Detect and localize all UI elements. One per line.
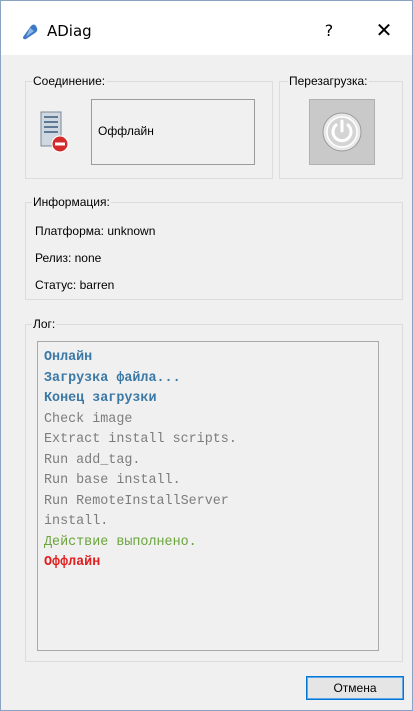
app-logo-icon — [23, 24, 38, 40]
log-line: Онлайн — [44, 350, 93, 365]
log-output[interactable]: Онлайн Загрузка файла... Конец загрузки Che… — [37, 341, 379, 651]
power-icon — [322, 112, 362, 152]
connection-legend: Соединение: — [32, 74, 107, 88]
help-button[interactable]: ? — [316, 19, 342, 43]
log-line: Действие выполнено. — [44, 534, 197, 550]
log-line: Extract install scripts. — [44, 432, 237, 447]
platform-text: Платформа: unknown — [35, 224, 156, 238]
release-text: Релиз: none — [35, 251, 102, 265]
server-offline-icon — [40, 111, 69, 153]
log-line: Оффлайн — [44, 555, 101, 570]
log-line: Конец загрузки — [44, 391, 157, 406]
adiag-window: ADiag ? ✕ Соединение: Оффлайн Перезагруз… — [0, 0, 413, 711]
log-line: install. — [44, 514, 109, 529]
connection-status-box: Оффлайн — [91, 99, 255, 165]
log-line: Run add_tag. — [44, 452, 141, 468]
info-legend: Информация: — [32, 195, 111, 209]
connection-status-text: Оффлайн — [98, 124, 154, 138]
log-legend: Лог: — [32, 317, 57, 331]
reboot-button[interactable] — [309, 99, 375, 165]
log-line: Загрузка файла... — [44, 370, 181, 386]
close-button[interactable]: ✕ — [371, 17, 397, 43]
log-line: Run base install. — [44, 473, 181, 488]
log-line: Check image — [44, 411, 133, 427]
reboot-legend: Перезагрузка: — [288, 74, 369, 88]
cancel-button[interactable]: Отмена — [306, 676, 404, 700]
log-line: Run RemoteInstallServer — [44, 493, 229, 509]
status-text: Статус: barren — [35, 278, 115, 292]
window-title: ADiag — [47, 22, 92, 40]
title-bar: ADiag ? ✕ — [1, 1, 412, 55]
